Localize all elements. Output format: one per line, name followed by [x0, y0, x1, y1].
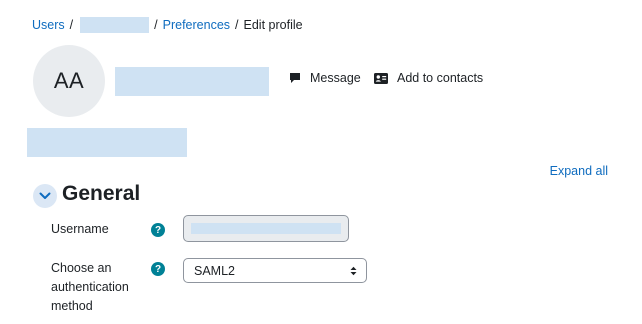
username-value-redacted [191, 223, 341, 234]
help-glyph: ? [154, 263, 162, 275]
message-label: Message [310, 71, 361, 85]
auth-method-select[interactable]: SAML2 [183, 258, 367, 283]
breadcrumb-preferences-link[interactable]: Preferences [163, 18, 230, 32]
breadcrumb-separator: / [235, 18, 239, 32]
message-button[interactable]: Message [289, 71, 361, 85]
section-title: General [62, 182, 141, 205]
user-fullname-redacted [115, 67, 269, 96]
breadcrumb-current: Edit profile [243, 18, 303, 32]
add-to-contacts-label: Add to contacts [397, 71, 484, 85]
username-input[interactable] [183, 215, 349, 242]
speech-bubble-icon [290, 73, 300, 83]
help-icon[interactable]: ? [151, 223, 165, 237]
expand-all-link[interactable]: Expand all [550, 164, 608, 178]
auth-method-label: Choose an authentication method [51, 261, 129, 313]
breadcrumb-users-link[interactable]: Users [32, 18, 65, 32]
avatar-initials: AA [53, 68, 85, 93]
help-icon[interactable]: ? [151, 262, 165, 276]
auth-method-value: SAML2 [194, 263, 235, 278]
avatar: AA [33, 45, 105, 117]
breadcrumb-user-name-redacted[interactable] [80, 17, 150, 33]
breadcrumb: Users / / Preferences / Edit profile [32, 17, 303, 33]
select-arrows-icon [350, 266, 357, 275]
help-glyph: ? [154, 224, 162, 236]
username-label: Username [51, 222, 109, 236]
address-card-icon [374, 72, 388, 84]
breadcrumb-separator: / [154, 18, 158, 32]
page-heading-redacted [27, 128, 187, 157]
section-collapse-toggle[interactable] [33, 184, 57, 208]
chevron-down-icon [39, 192, 51, 199]
breadcrumb-separator: / [69, 18, 74, 32]
add-to-contacts-button[interactable]: Add to contacts [374, 71, 483, 85]
